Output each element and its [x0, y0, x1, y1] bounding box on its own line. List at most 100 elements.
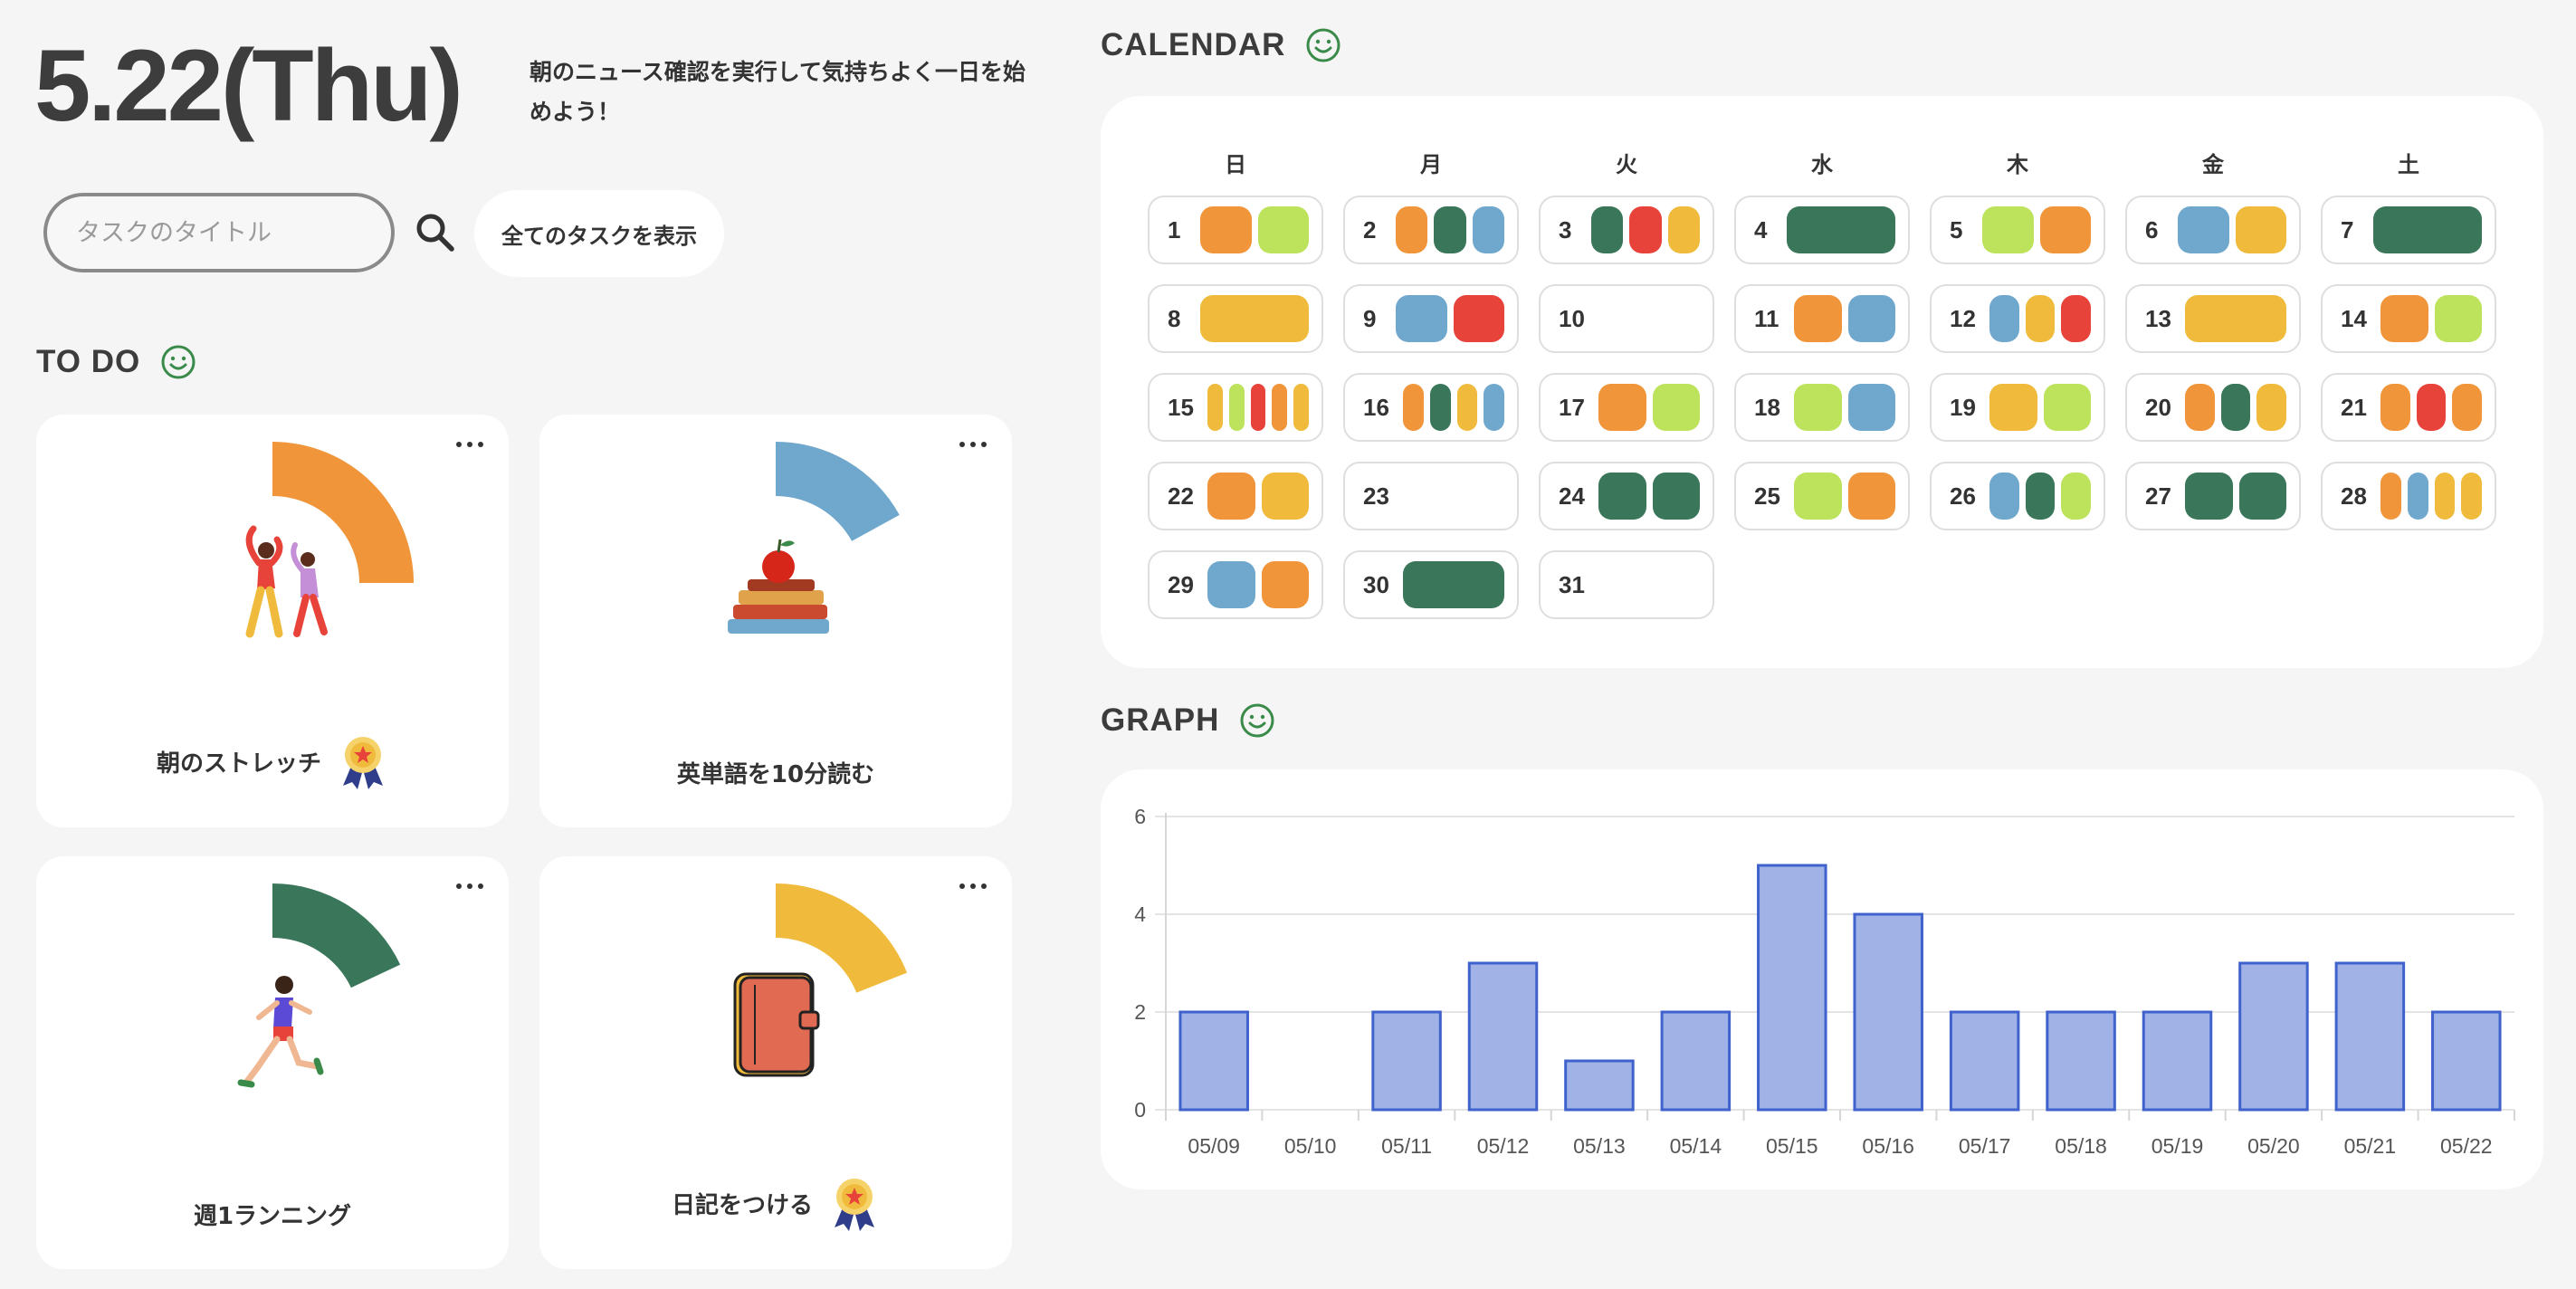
calendar-day[interactable]: 16 — [1343, 373, 1519, 442]
x-tick-label: 05/10 — [1284, 1134, 1337, 1158]
date-heading: 5.22(Thu) — [34, 29, 463, 142]
bar — [1949, 1010, 2020, 1112]
show-all-tasks-button[interactable]: 全てのタスクを表示 — [474, 190, 724, 277]
weekday-header: 水 — [1811, 152, 1833, 177]
task-indicators — [1403, 561, 1504, 608]
task-card[interactable]: 朝のストレッチ — [36, 415, 509, 827]
graph-panel: 0 2 4 6 05/09 05/10 05/11 05/12 05/13 05/14 05/15 0… — [1101, 769, 2543, 1189]
calendar-day[interactable]: 25 — [1734, 462, 1910, 530]
calendar-day[interactable]: 21 — [2321, 373, 2496, 442]
task-color-pill — [1434, 206, 1466, 253]
x-tick-label: 05/18 — [2055, 1134, 2107, 1158]
calendar-day[interactable]: 23 — [1343, 462, 1519, 530]
calendar-day[interactable]: 26 — [1930, 462, 2105, 530]
more-icon[interactable] — [447, 873, 492, 900]
smile-icon — [1306, 28, 1340, 62]
calendar-day[interactable]: 14 — [2321, 284, 2496, 353]
calendar-day[interactable]: 10 — [1539, 284, 1714, 353]
task-color-pill — [1787, 206, 1895, 253]
calendar-day[interactable]: 19 — [1930, 373, 2105, 442]
task-color-pill — [2380, 384, 2410, 431]
stretching-people-illustration — [245, 525, 328, 638]
task-color-pill — [1794, 295, 1842, 342]
calendar-day[interactable]: 6 — [2125, 196, 2301, 264]
task-color-pill — [1261, 473, 1309, 520]
calendar-day[interactable]: 3 — [1539, 196, 1714, 264]
task-indicators — [2178, 206, 2286, 253]
day-number: 12 — [1950, 305, 1976, 332]
task-color-pill — [1228, 384, 1245, 431]
day-number: 25 — [1754, 482, 1780, 510]
task-color-pill — [1794, 384, 1842, 431]
day-number: 27 — [2145, 482, 2171, 510]
task-color-pill — [1207, 384, 1223, 431]
calendar-day[interactable]: 1 — [1148, 196, 1323, 264]
task-card[interactable]: 日記をつける — [539, 856, 1012, 1269]
bar — [1660, 1010, 1732, 1112]
calendar-day[interactable]: 24 — [1539, 462, 1714, 530]
day-number: 21 — [2341, 394, 2367, 421]
day-number: 2 — [1363, 216, 1377, 243]
task-label: 日記をつける — [539, 1175, 1012, 1231]
task-label: 英単語を10分読む — [539, 756, 1012, 789]
more-icon[interactable] — [447, 431, 492, 458]
task-color-pill — [2416, 384, 2447, 431]
task-card[interactable]: 英単語を10分読む — [539, 415, 1012, 827]
task-color-pill — [2185, 295, 2286, 342]
task-color-pill — [1396, 206, 1428, 253]
calendar-day[interactable]: 8 — [1148, 284, 1323, 353]
task-color-pill — [2380, 295, 2428, 342]
calendar-day[interactable]: 12 — [1930, 284, 2105, 353]
calendar-day[interactable]: 15 — [1148, 373, 1323, 442]
x-tick-label: 05/21 — [2344, 1134, 2397, 1158]
day-number: 13 — [2145, 305, 2171, 332]
calendar-day[interactable]: 22 — [1148, 462, 1323, 530]
task-color-pill — [2256, 384, 2287, 431]
calendar-day[interactable]: 7 — [2321, 196, 2496, 264]
task-color-pill — [1989, 295, 2019, 342]
calendar-day[interactable]: 9 — [1343, 284, 1519, 353]
task-search-input[interactable] — [43, 193, 395, 272]
more-icon[interactable] — [950, 873, 996, 900]
bar — [1178, 1010, 1249, 1112]
task-color-pill — [1667, 206, 1700, 253]
daily-message: 朝のニュース確認を実行して気持ちよく一日を始めよう！ — [530, 59, 1026, 125]
graph-title-text: GRAPH — [1101, 702, 1220, 738]
calendar-day[interactable]: 2 — [1343, 196, 1519, 264]
task-indicators — [2380, 473, 2482, 520]
task-indicators — [1989, 295, 2092, 342]
x-tick-label: 05/11 — [1381, 1134, 1432, 1158]
task-color-pill — [2373, 206, 2482, 253]
calendar-day[interactable]: 4 — [1734, 196, 1910, 264]
calendar-day[interactable]: 27 — [2125, 462, 2301, 530]
task-color-pill — [2238, 473, 2286, 520]
day-number: 17 — [1559, 394, 1585, 421]
task-color-pill — [2185, 384, 2215, 431]
bar — [2334, 961, 2406, 1112]
calendar-day[interactable]: 13 — [2125, 284, 2301, 353]
bar — [2431, 1010, 2502, 1112]
task-color-pill — [2043, 384, 2091, 431]
task-color-pill — [2061, 473, 2092, 520]
task-color-pill — [1200, 295, 1309, 342]
runner-illustration — [237, 976, 324, 1088]
x-tick-label: 05/12 — [1477, 1134, 1530, 1158]
task-color-pill — [2220, 384, 2251, 431]
task-indicators — [1591, 206, 1700, 253]
search-icon[interactable] — [413, 210, 458, 255]
calendar-day[interactable]: 5 — [1930, 196, 2105, 264]
task-color-pill — [2025, 295, 2056, 342]
task-color-pill — [2434, 473, 2456, 520]
task-indicators — [2380, 295, 2482, 342]
calendar-day[interactable]: 18 — [1734, 373, 1910, 442]
calendar-day[interactable]: 20 — [2125, 373, 2301, 442]
calendar-day[interactable]: 31 — [1539, 550, 1714, 619]
calendar-day[interactable]: 30 — [1343, 550, 1519, 619]
calendar-day[interactable]: 29 — [1148, 550, 1323, 619]
calendar-day[interactable]: 11 — [1734, 284, 1910, 353]
calendar-day[interactable]: 28 — [2321, 462, 2496, 530]
calendar-day[interactable]: 17 — [1539, 373, 1714, 442]
task-card[interactable]: 週1ランニング — [36, 856, 509, 1269]
todo-title-text: TO DO — [36, 344, 141, 379]
more-icon[interactable] — [950, 431, 996, 458]
